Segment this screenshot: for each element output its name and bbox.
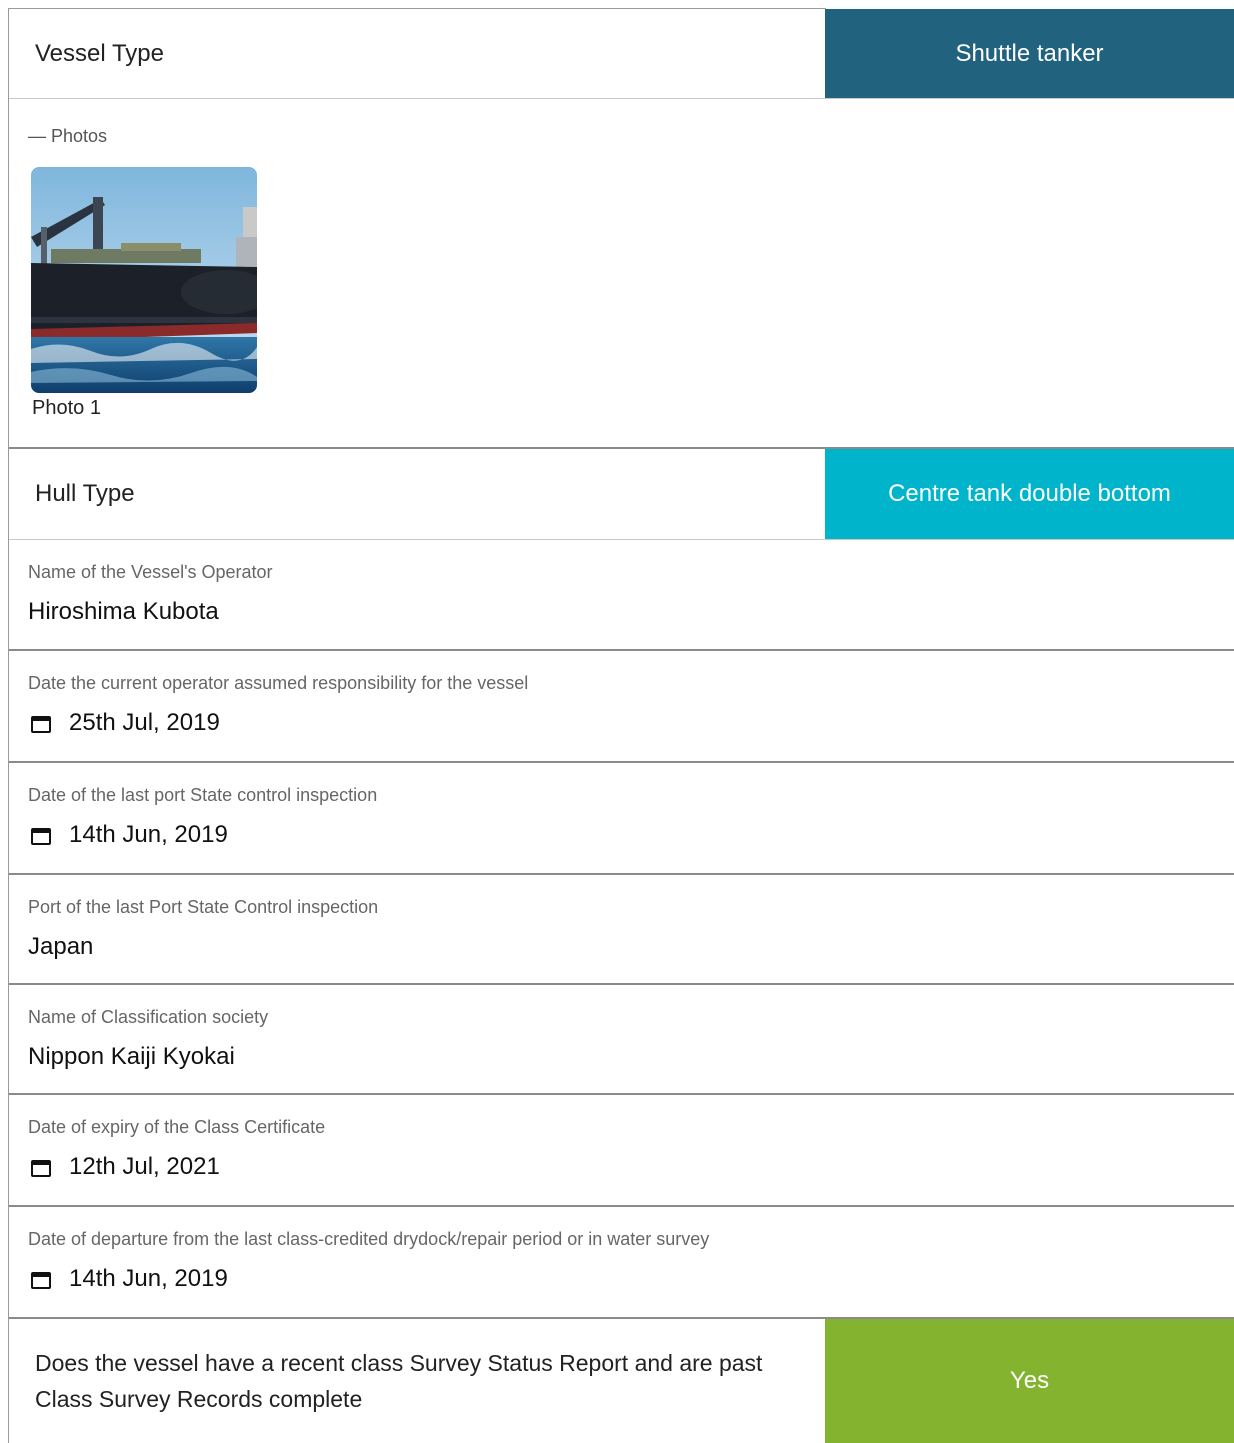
class-society-field: Name of Classification society Nippon Ka…: [9, 985, 1234, 1093]
date-value: 25th Jul, 2019: [69, 709, 220, 736]
field-value[interactable]: Nippon Kaiji Kyokai: [28, 1043, 235, 1071]
date-value: 14th Jun, 2019: [69, 1265, 228, 1292]
photos-section: — Photos Photo 1: [9, 99, 1234, 447]
calendar-icon: [31, 715, 51, 733]
operator-field: Name of the Vessel's Operator Hiroshima …: [9, 540, 1234, 649]
field-label: Name of the Vessel's Operator: [28, 562, 273, 582]
photo-caption: Photo 1: [32, 397, 101, 419]
calendar-icon: [31, 1159, 51, 1177]
date-value: 14th Jun, 2019: [69, 821, 228, 848]
survey-status-row: Does the vessel have a recent class Surv…: [9, 1319, 1234, 1443]
photos-header[interactable]: — Photos: [28, 126, 107, 147]
hull-type-row: Hull Type Centre tank double bottom: [9, 449, 1234, 539]
survey-status-value[interactable]: Yes: [825, 1319, 1234, 1443]
field-value[interactable]: Hiroshima Kubota: [28, 598, 219, 626]
class-expiry-field: Date of expiry of the Class Certificate …: [9, 1095, 1234, 1205]
field-value[interactable]: Japan: [28, 933, 93, 961]
calendar-icon: [31, 827, 51, 845]
photo-thumbnail[interactable]: [31, 167, 257, 393]
vessel-type-row: Vessel Type Shuttle tanker: [9, 9, 1234, 98]
psc-port-field: Port of the last Port State Control insp…: [9, 875, 1234, 983]
field-label: Name of Classification society: [28, 1007, 269, 1027]
class-society-value: Nippon Kaiji Kyokai: [28, 1043, 235, 1070]
hull-type-value[interactable]: Centre tank double bottom: [825, 449, 1234, 539]
field-label: Date of expiry of the Class Certificate: [28, 1117, 326, 1137]
field-value[interactable]: 12th Jul, 2021: [28, 1153, 220, 1181]
psc-date-field: Date of the last port State control insp…: [9, 763, 1234, 873]
vessel-type-label: Vessel Type: [35, 39, 164, 67]
date-value: 12th Jul, 2021: [69, 1153, 220, 1180]
hull-type-label: Hull Type: [35, 480, 135, 507]
survey-status-label: Does the vessel have a recent class Surv…: [35, 1350, 763, 1412]
drydock-date-field: Date of departure from the last class-cr…: [9, 1207, 1234, 1317]
field-label: Date of the last port State control insp…: [28, 785, 378, 805]
operator-value: Hiroshima Kubota: [28, 598, 219, 625]
port-value: Japan: [28, 933, 94, 960]
field-label: Port of the last Port State Control insp…: [28, 897, 379, 917]
vessel-type-value[interactable]: Shuttle tanker: [825, 9, 1234, 98]
field-value[interactable]: 25th Jul, 2019: [28, 709, 220, 737]
calendar-icon: [31, 1271, 51, 1289]
ship-photo-image: [31, 167, 257, 393]
field-value[interactable]: 14th Jun, 2019: [28, 1265, 228, 1293]
operator-date-field: Date the current operator assumed respon…: [9, 651, 1234, 761]
field-label: Date the current operator assumed respon…: [28, 673, 529, 693]
field-label: Date of departure from the last class-cr…: [28, 1229, 710, 1249]
field-value[interactable]: 14th Jun, 2019: [28, 821, 228, 849]
